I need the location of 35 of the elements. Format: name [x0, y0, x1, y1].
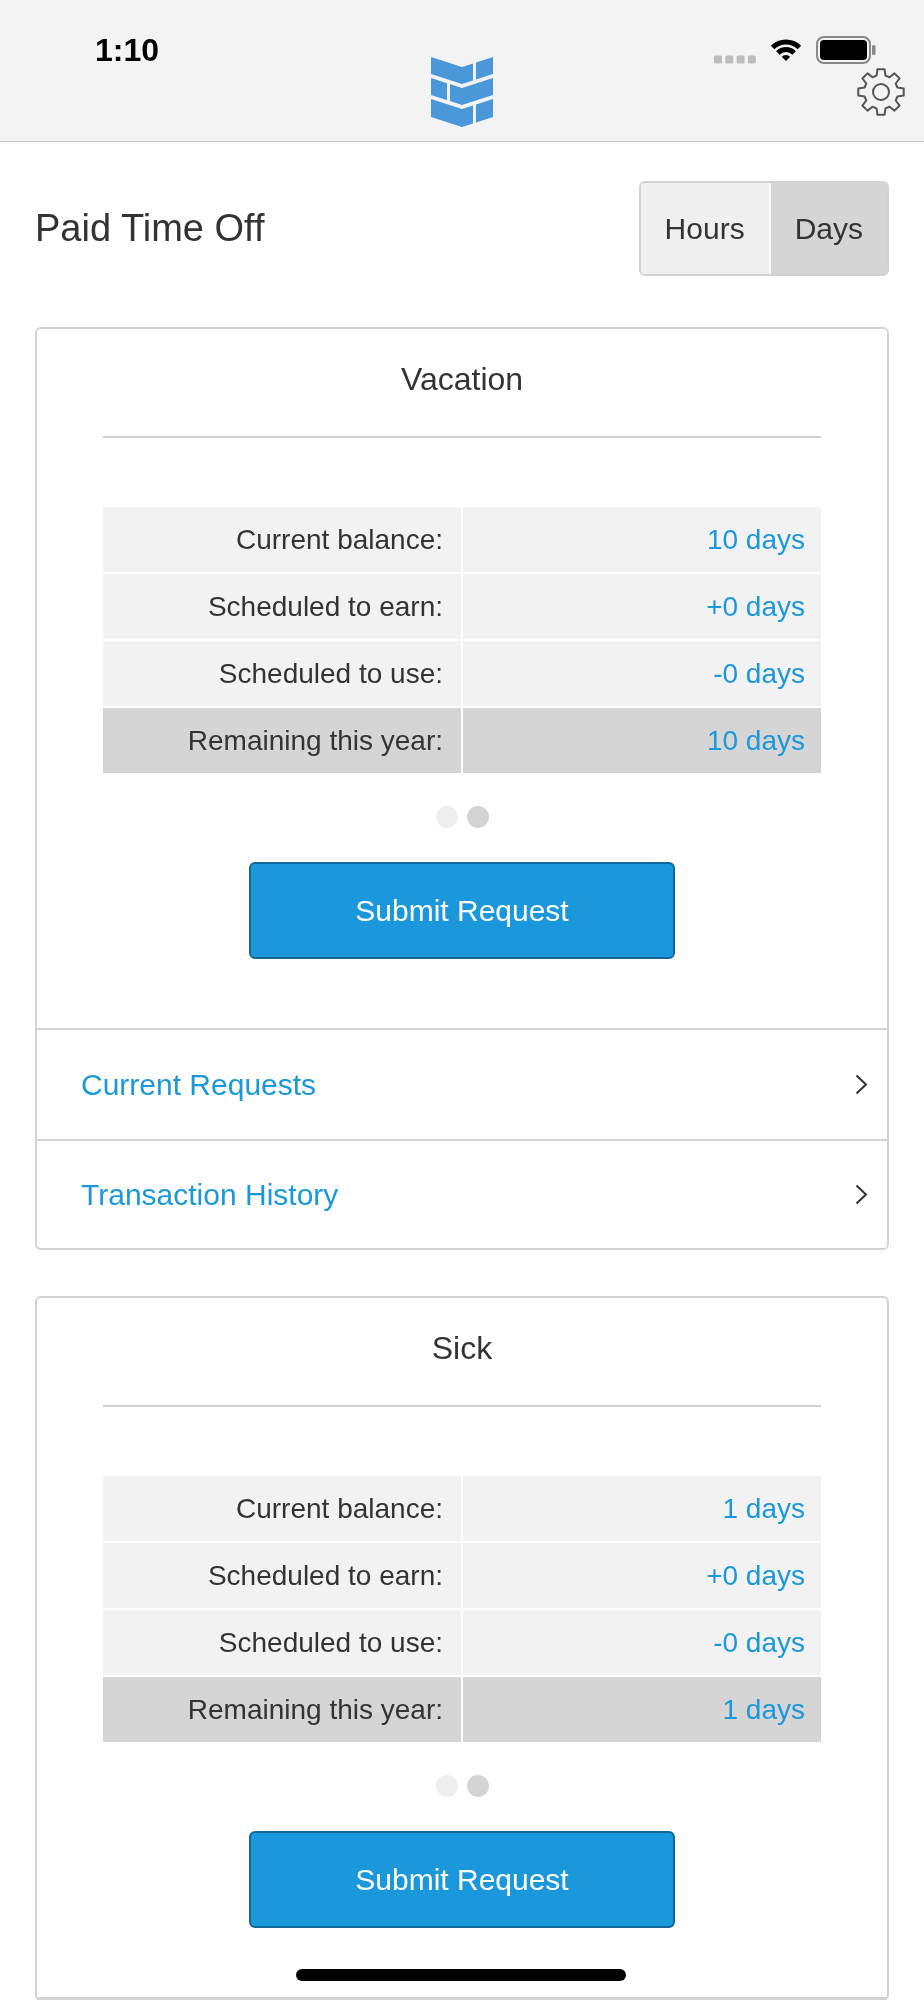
- balance-label-cell: Scheduled to earn:: [103, 574, 461, 639]
- submit-request-button[interactable]: Submit Request: [249, 862, 675, 959]
- balance-label-cell: Remaining this year:: [103, 708, 461, 773]
- page-dot-icon[interactable]: [466, 1775, 489, 1797]
- balance-value-cell: -0 days: [463, 641, 821, 706]
- balance-label-cell: Scheduled to earn:: [103, 1543, 461, 1608]
- balance-value-cell: -0 days: [463, 1610, 821, 1675]
- balance-value-cell: 1 days: [463, 1677, 821, 1742]
- balance-value-cell: +0 days: [463, 574, 821, 639]
- brick-wall-logo: [431, 57, 493, 127]
- chevron-right-icon: [855, 1184, 868, 1205]
- balance-label-cell: Current balance:: [103, 1476, 461, 1541]
- status-time: 1:10: [95, 31, 160, 69]
- balance-label-cell: Current balance:: [103, 507, 461, 572]
- page-title: Paid Time Off: [35, 207, 265, 250]
- nav-row[interactable]: Transaction History: [37, 1139, 887, 1248]
- signal-icon: [714, 54, 756, 64]
- balance-label-cell: Scheduled to use:: [103, 1610, 461, 1675]
- settings-icon[interactable]: [856, 67, 906, 117]
- wifi-icon: [768, 37, 804, 63]
- balance-value-cell: 1 days: [463, 1476, 821, 1541]
- unit-toggle-option[interactable]: Hours: [640, 183, 769, 274]
- balance-value-cell: 10 days: [463, 507, 821, 572]
- balance-label-cell: Remaining this year:: [103, 1677, 461, 1742]
- unit-toggle-option[interactable]: Days: [768, 183, 887, 274]
- card-title: Sick: [430, 1329, 494, 1368]
- battery-icon: [816, 36, 876, 64]
- balance-label-cell: Scheduled to use:: [103, 641, 461, 706]
- card-title: Vacation: [399, 360, 525, 399]
- balance-value-cell: +0 days: [463, 1543, 821, 1608]
- nav-row[interactable]: Current Requests: [37, 1030, 887, 1139]
- balance-value-cell: 10 days: [463, 708, 821, 773]
- chevron-right-icon: [855, 1074, 868, 1095]
- submit-request-button[interactable]: Submit Request: [249, 1831, 675, 1928]
- page-dot-icon[interactable]: [466, 806, 489, 828]
